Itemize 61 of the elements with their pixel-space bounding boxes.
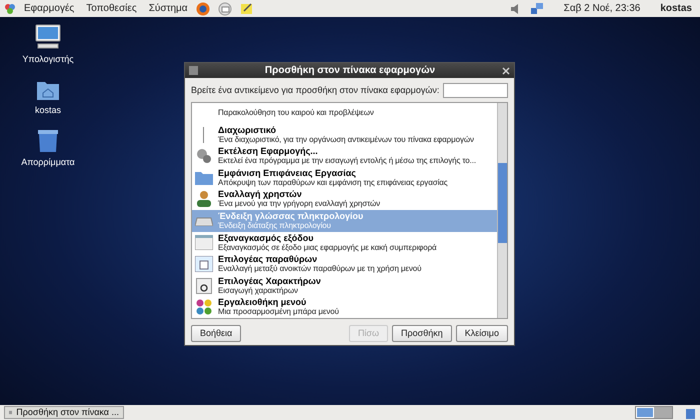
- menu-logo-icon: [4, 2, 16, 14]
- item-title: Εξαναγκασμός εξόδου: [218, 232, 314, 243]
- search-label: Βρείτε ένα αντικείμενο για προσθήκη στον πίνακα εφαρμογών:: [191, 84, 440, 97]
- dialog-button[interactable]: Προσθήκη: [392, 325, 452, 342]
- workspace[interactable]: [636, 407, 654, 418]
- windows-icon: [195, 256, 213, 272]
- icon-label[interactable]: Απορρίμματα: [21, 156, 75, 170]
- item-description: Μια προσαρμοσμένη μπάρα μενού: [218, 307, 339, 318]
- item-description: Εισαγωγή χαρακτήρων: [218, 286, 298, 296]
- window-icon: [195, 235, 213, 250]
- window-title: Προσθήκη στον πίνακα εφαρμογών: [264, 64, 436, 78]
- item-title: Εκτέλεση Εφαρμογής...: [218, 146, 319, 156]
- icon-label[interactable]: kostas: [34, 104, 61, 117]
- keyboard-icon: [195, 216, 213, 226]
- item-description: Εξαναγκασμός σε έξοδο μιας εφαρμογής με κακή συμπεριφορά: [218, 242, 437, 253]
- taskbar-button[interactable]: Προσθήκη στον πίνακα ...: [4, 406, 124, 419]
- scrollbar[interactable]: [497, 103, 507, 318]
- gears-icon: [195, 147, 213, 166]
- item-title: Εμφάνιση Επιφάνειας Εργασίας: [218, 168, 357, 178]
- character-icon: [196, 278, 212, 294]
- scrollbar-thumb[interactable]: [498, 163, 507, 243]
- list-item[interactable]: Εργαλειοθήκη μενού Μια προσαρμοσμένη μπάρα μενού: [192, 296, 497, 318]
- list-item[interactable]: Εναλλαγή χρηστών Ένα μενού για την γρήγορη εναλλαγή χρηστών: [192, 188, 497, 210]
- item-title: Επιλογέας Χαρακτήρων: [218, 276, 321, 286]
- search-field[interactable]: [443, 83, 508, 98]
- item-title: Διαχωριστικό: [218, 124, 278, 135]
- notepad-icon[interactable]: [240, 2, 253, 15]
- item-description: Παρακολούθηση του καιρού και προβλέψεων: [218, 108, 374, 118]
- item-description: Ένα διαχωριστικό, για την οργάνωση αντικειμένων του πίνακα εφαρμογών: [218, 134, 474, 145]
- list-item[interactable]: Εκτέλεση Εφαρμογής... Εκτελεί ένα πρόγραμμα με την εισαγωγή εντολής ή μέσω της επιλογής το...: [192, 146, 497, 168]
- window-icon: [9, 409, 12, 416]
- item-description: Ένδειξη διάταξης πληκτρολογίου: [218, 220, 331, 231]
- item-title: Εργαλειοθήκη μενού: [218, 297, 308, 308]
- menu-item[interactable]: Τοποθεσίες: [86, 1, 137, 16]
- item-description: Απόκρυψη των παραθύρων και εμφάνιση της επιφάνειας εργασίας: [218, 178, 448, 188]
- list-item[interactable]: Διαχωριστικό Ένα διαχωριστικό, για την οργάνωση αντικειμένων του πίνακα εφαρμογών: [192, 124, 497, 146]
- computer-icon[interactable]: [34, 24, 62, 50]
- item-title: Ένδειξη γλώσσας πληκτρολογίου: [218, 210, 364, 221]
- item-description: Εναλλαγή μεταξύ ανοικτών παραθύρων με τη χρήση μενού: [218, 264, 422, 274]
- item-title: Εναλλαγή χρηστών: [218, 189, 303, 200]
- list-item[interactable]: Εξαναγκασμός εξόδου Εξαναγκασμός σε έξοδο μιας εφαρμογής με κακή συμπεριφορά: [192, 232, 497, 254]
- icon-label[interactable]: Υπολογιστής: [22, 53, 74, 66]
- user-name[interactable]: kostas: [660, 1, 692, 16]
- item-description: Ένα μενού για την γρήγορη εναλλαγή χρηστών: [218, 199, 380, 210]
- trash-can-icon[interactable]: [36, 129, 59, 153]
- flower-icon: [195, 298, 213, 316]
- folder-icon: [195, 170, 213, 186]
- list-item[interactable]: Επιλογέας παραθύρων Εναλλαγή μεταξύ ανοικτών παραθύρων με τη χρήση μενού: [192, 253, 497, 275]
- dialog-button[interactable]: Κλείσιμο: [456, 325, 508, 342]
- dialog-button[interactable]: Βοήθεια: [191, 325, 242, 342]
- item-description: Εκτελεί ένα πρόγραμμα με την εισαγωγή εντολής ή μέσω της επιλογής το...: [218, 156, 476, 166]
- list-item[interactable]: Εμφάνιση Επιφάνειας Εργασίας Απόκρυψη των παραθύρων και εμφάνιση της επιφάνειας εργασίας: [192, 167, 497, 189]
- list-item[interactable]: Επιλογέας Χαρακτήρων Εισαγωγή χαρακτήρων: [192, 274, 497, 296]
- menu-item[interactable]: Σύστημα: [148, 1, 188, 16]
- users-icon: [195, 190, 213, 208]
- menu-item[interactable]: Εφαρμογές: [24, 1, 74, 16]
- clock[interactable]: Σαβ 2 Νοέ, 23:36: [564, 1, 640, 16]
- close-icon[interactable]: [502, 66, 510, 74]
- item-title: Επιλογέας παραθύρων: [218, 254, 318, 264]
- separator-icon: [203, 126, 205, 143]
- list-item[interactable]: Παρακολούθηση του καιρού και προβλέψεων: [192, 103, 497, 124]
